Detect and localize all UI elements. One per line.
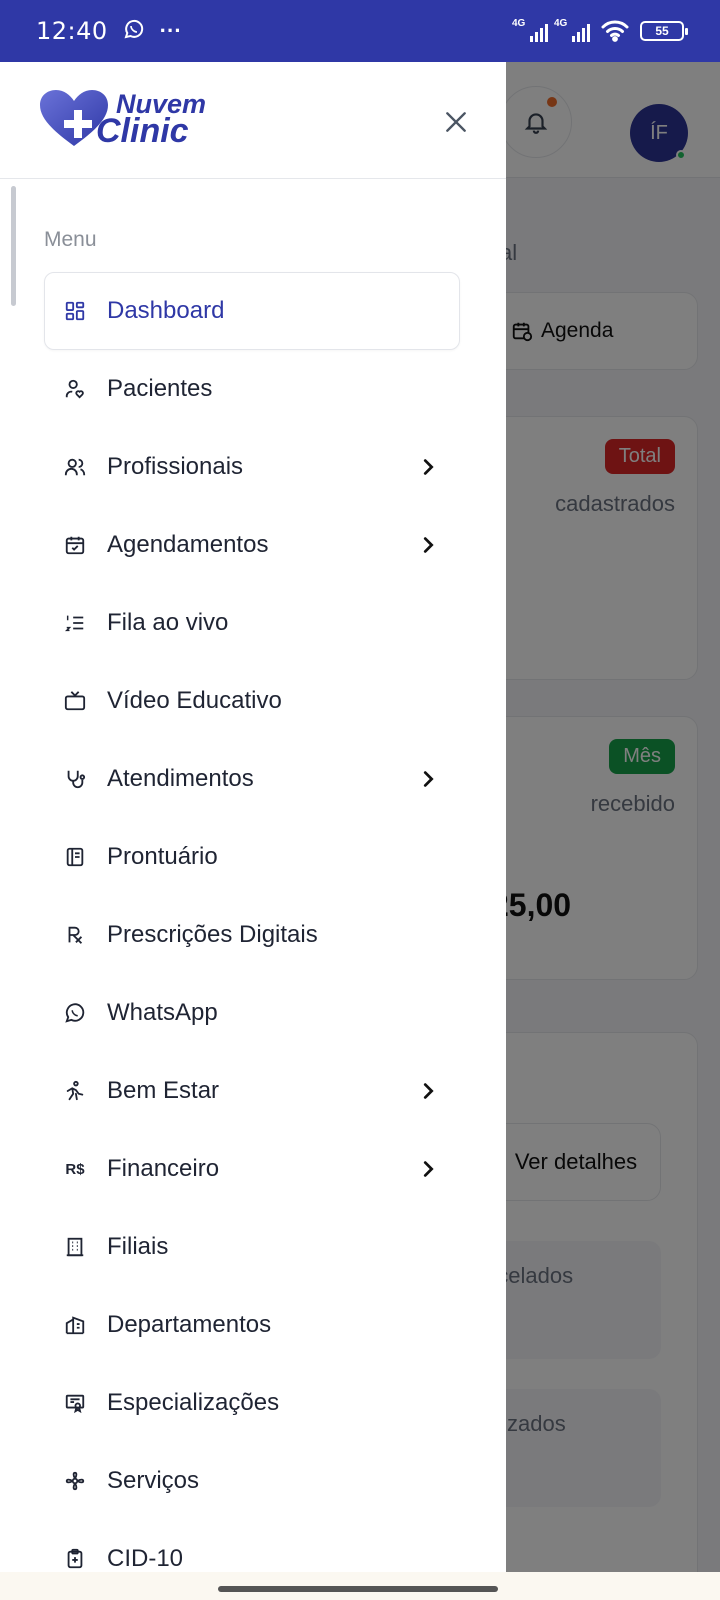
menu-item-whatsapp[interactable]: WhatsApp xyxy=(44,974,460,1052)
battery-level: 55 xyxy=(655,24,669,38)
network-type-label: 4G xyxy=(512,18,526,29)
close-drawer-button[interactable] xyxy=(440,106,472,138)
menu-item-pacientes[interactable]: Pacientes xyxy=(44,350,460,428)
menu-item-atendimentos[interactable]: Atendimentos xyxy=(44,740,460,818)
menu-item-profissionais[interactable]: Profissionais xyxy=(44,428,460,506)
drawer-header: Nuvem Clinic xyxy=(0,62,506,179)
menu-item-label: Profissionais xyxy=(107,453,244,480)
chevron-right-icon xyxy=(423,771,434,787)
menu-item-label: Filiais xyxy=(107,1233,169,1260)
menu-item-label: WhatsApp xyxy=(107,999,218,1026)
menu-item-financeiro[interactable]: R$ Financeiro xyxy=(44,1130,460,1208)
close-icon xyxy=(446,112,466,132)
whatsapp-icon xyxy=(63,1001,87,1025)
chevron-right-icon xyxy=(423,459,434,475)
menu-item-bem-estar[interactable]: Bem Estar xyxy=(44,1052,460,1130)
logo: Nuvem Clinic xyxy=(38,88,206,150)
menu-item-label: Prontuário xyxy=(107,843,218,870)
more-notifications-icon: ··· xyxy=(159,18,182,43)
tv-icon xyxy=(63,689,87,713)
chevron-right-icon xyxy=(423,537,434,553)
menu-item-filiais[interactable]: Filiais xyxy=(44,1208,460,1286)
signal-icon: 4G xyxy=(512,18,548,42)
flower-icon xyxy=(63,1469,87,1493)
menu-section-label: Menu xyxy=(44,228,97,251)
menu-item-label: Dashboard xyxy=(107,297,225,324)
menu-item-label: Fila ao vivo xyxy=(107,609,229,636)
menu-item-label: Atendimentos xyxy=(107,765,254,792)
menu-item-label: Vídeo Educativo xyxy=(107,687,282,714)
status-time: 12:40 xyxy=(36,17,108,45)
menu-item-dashboard[interactable]: Dashboard xyxy=(44,272,460,350)
menu-item-prontuario[interactable]: Prontuário xyxy=(44,818,460,896)
menu-item-label: Departamentos xyxy=(107,1311,272,1338)
whatsapp-notification-icon xyxy=(122,17,146,46)
menu-item-agendamentos[interactable]: Agendamentos xyxy=(44,506,460,584)
money-icon: R$ xyxy=(65,1160,85,1178)
logo-line-2: Clinic xyxy=(96,111,189,150)
certificate-icon xyxy=(63,1391,87,1415)
menu-item-label: Pacientes xyxy=(107,375,213,402)
dashboard-icon xyxy=(63,299,87,323)
menu-item-label: Serviços xyxy=(107,1467,200,1494)
drawer-scrollbar[interactable] xyxy=(11,186,16,306)
department-icon xyxy=(63,1313,87,1337)
clipboard-icon xyxy=(63,1547,87,1571)
menu-item-cid-10[interactable]: CID-10 xyxy=(44,1520,460,1572)
menu-item-label: Especializações xyxy=(107,1389,280,1416)
home-gesture-handle[interactable] xyxy=(218,1586,498,1592)
wifi-icon xyxy=(600,18,630,45)
rx-icon xyxy=(63,923,87,947)
queue-icon xyxy=(63,611,87,635)
building-icon xyxy=(63,1235,87,1259)
navigation-drawer: Nuvem Clinic Menu Dashboard Pacientes Pr… xyxy=(0,62,506,1572)
network-type-label: 4G xyxy=(554,18,568,29)
menu-item-prescricoes-digitais[interactable]: Prescrições Digitais xyxy=(44,896,460,974)
menu-item-label: CID-10 xyxy=(107,1545,184,1572)
record-icon xyxy=(63,845,87,869)
system-navigation-bar xyxy=(0,1572,720,1600)
stethoscope-icon xyxy=(63,767,87,791)
menu-item-label: Bem Estar xyxy=(107,1077,220,1104)
menu-item-label: Prescrições Digitais xyxy=(107,921,318,948)
menu-item-departamentos[interactable]: Departamentos xyxy=(44,1286,460,1364)
running-icon xyxy=(63,1079,87,1103)
battery-icon: 55 xyxy=(640,21,688,41)
menu-item-label: Agendamentos xyxy=(107,531,269,558)
chevron-right-icon xyxy=(423,1161,434,1177)
drawer-menu: Dashboard Pacientes Profissionais Agenda… xyxy=(44,272,460,1572)
calendar-icon xyxy=(63,533,87,557)
chevron-right-icon xyxy=(423,1083,434,1099)
menu-item-video-educativo[interactable]: Vídeo Educativo xyxy=(44,662,460,740)
status-bar: 12:40 ··· 4G 4G 55 xyxy=(0,0,720,62)
menu-item-fila-ao-vivo[interactable]: Fila ao vivo xyxy=(44,584,460,662)
patient-icon xyxy=(63,377,87,401)
menu-item-servicos[interactable]: Serviços xyxy=(44,1442,460,1520)
menu-item-especializacoes[interactable]: Especializações xyxy=(44,1364,460,1442)
signal-icon: 4G xyxy=(554,18,590,42)
menu-item-label: Financeiro xyxy=(107,1155,220,1182)
users-icon xyxy=(63,455,87,479)
